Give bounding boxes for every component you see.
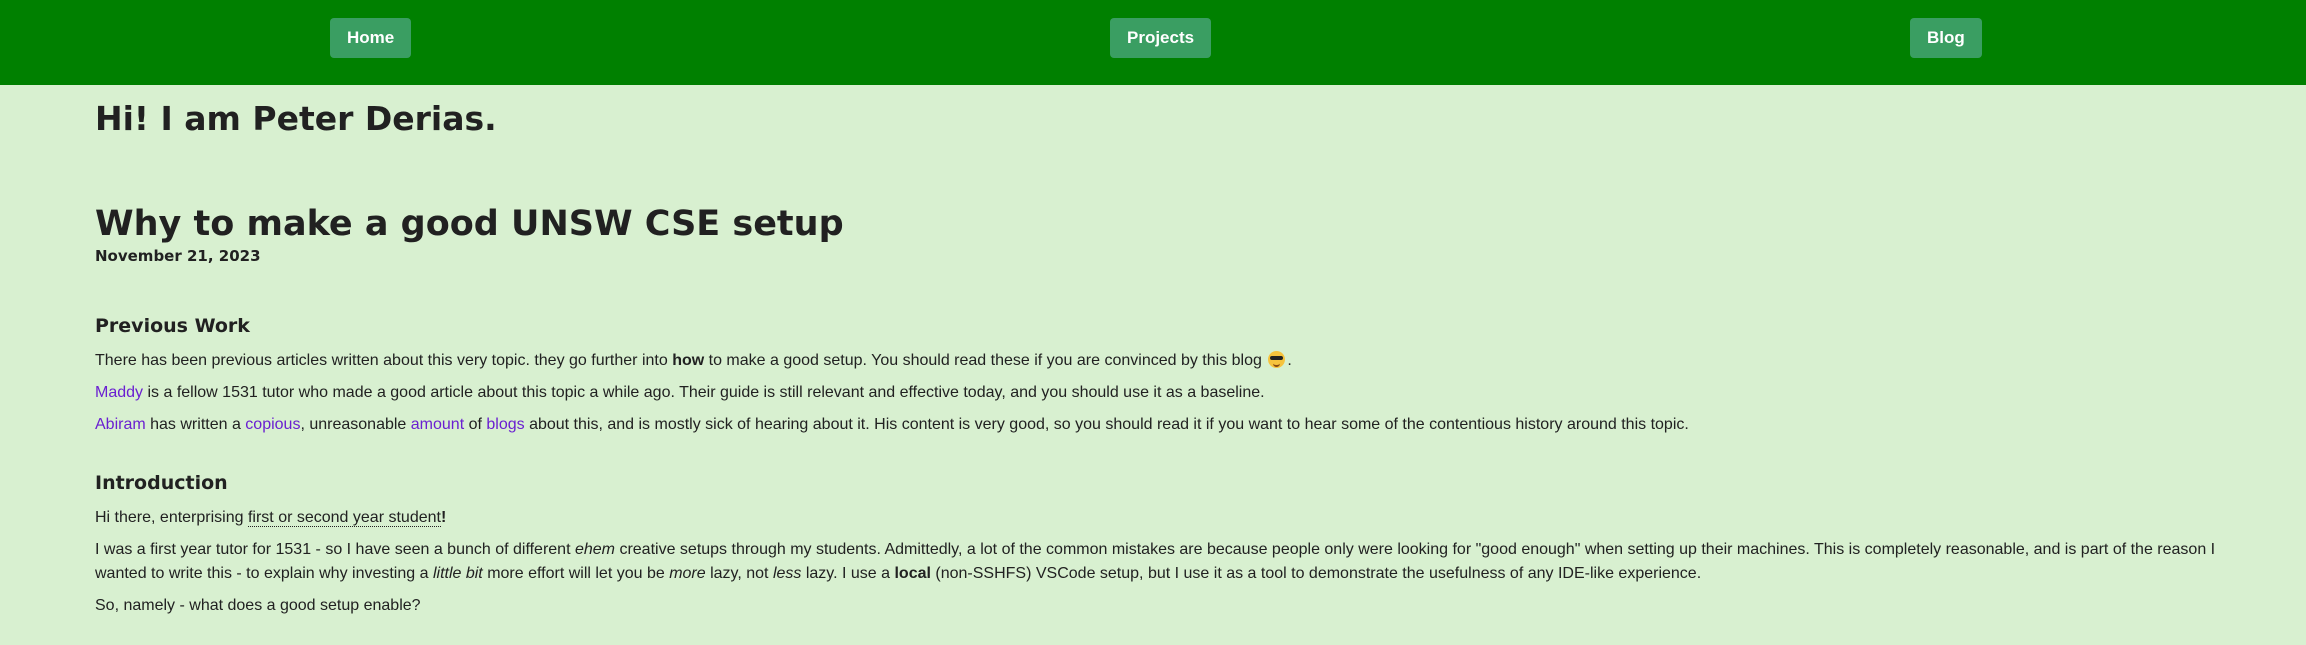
introduction-paragraph-1: Hi there, enterprising first or second y… xyxy=(95,506,446,530)
blogs-link[interactable]: blogs xyxy=(486,416,524,433)
italic-text: little bit xyxy=(432,565,483,582)
introduction-paragraph-2: I was a first year tutor for 1531 - so I… xyxy=(95,538,2255,586)
text: There has been previous articles written… xyxy=(95,352,673,369)
previous-work-paragraph-2: Maddy is a fellow 1531 tutor who made a … xyxy=(95,381,1265,405)
italic-text: less xyxy=(772,565,802,582)
text: about this, and is mostly sick of hearin… xyxy=(524,416,1689,433)
post-title: Why to make a good UNSW CSE setup xyxy=(95,204,844,244)
sunglasses-emoji-icon xyxy=(1268,351,1286,368)
maddy-link[interactable]: Maddy xyxy=(95,384,143,401)
italic-text: more xyxy=(669,565,706,582)
text: . xyxy=(1287,352,1292,369)
text: (non-SSHFS) VSCode setup, but I use it a… xyxy=(930,565,1702,582)
introduction-heading: Introduction xyxy=(95,472,228,494)
text: lazy. I use a xyxy=(801,565,895,582)
nav-projects-button[interactable]: Projects xyxy=(1110,18,1212,58)
introduction-paragraph-3: So, namely - what does a good setup enab… xyxy=(95,597,421,614)
abbreviation[interactable]: first or second year student xyxy=(247,509,441,527)
text: I was a first year tutor for 1531 - so I… xyxy=(95,541,575,558)
amount-link[interactable]: amount xyxy=(411,416,464,433)
text: more effort will let you be xyxy=(482,565,670,582)
previous-work-heading: Previous Work xyxy=(95,315,250,337)
text: ! xyxy=(440,509,447,526)
text: lazy, not xyxy=(705,565,773,582)
nav-home-button[interactable]: Home xyxy=(330,18,412,58)
text: has written a xyxy=(145,416,246,433)
italic-text: ehem xyxy=(574,541,615,558)
previous-work-paragraph-1: There has been previous articles written… xyxy=(95,349,1292,373)
bold-text: how xyxy=(672,352,705,369)
text: Hi there, enterprising xyxy=(95,509,248,526)
site-title: Hi! I am Peter Derias. xyxy=(95,99,497,138)
text: , unreasonable xyxy=(300,416,411,433)
copious-link[interactable]: copious xyxy=(245,416,300,433)
previous-work-paragraph-3: Abiram has written a copious, unreasonab… xyxy=(95,413,1689,437)
text: is a fellow 1531 tutor who made a good a… xyxy=(143,384,1265,401)
text: to make a good setup. You should read th… xyxy=(704,352,1267,369)
abiram-link[interactable]: Abiram xyxy=(95,416,146,433)
post-date: November 21, 2023 xyxy=(95,247,261,265)
navbar: Home Projects Blog xyxy=(0,0,2306,85)
text: of xyxy=(464,416,487,433)
nav-blog-button[interactable]: Blog xyxy=(1910,18,1982,58)
bold-text: local xyxy=(894,565,931,582)
